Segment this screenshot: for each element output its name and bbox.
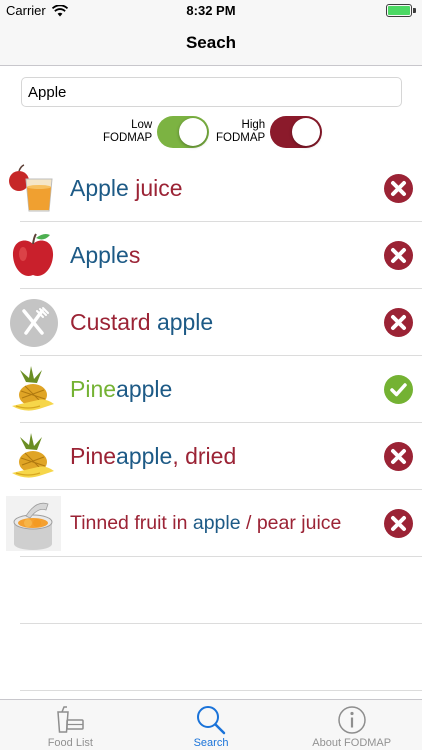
empty-row xyxy=(0,624,422,691)
result-name: Pineapple, dried xyxy=(70,423,370,490)
result-name: Custard apple xyxy=(70,289,370,356)
result-name-part: apple xyxy=(116,376,173,402)
pineapple-icon xyxy=(6,429,61,484)
result-name: Pineapple xyxy=(70,356,370,423)
clock: 8:32 PM xyxy=(186,3,236,18)
result-name-part: apple xyxy=(192,512,241,534)
result-name-part: juice xyxy=(128,175,183,201)
high-fodmap-icon xyxy=(384,509,413,538)
high-fodmap-icon xyxy=(384,174,413,203)
tab-search[interactable]: Search xyxy=(141,700,282,750)
battery-icon xyxy=(386,4,416,17)
low-fodmap-icon xyxy=(384,375,413,404)
result-row[interactable]: Custard apple xyxy=(0,289,422,356)
low-fodmap-label-line2: FODMAP xyxy=(103,132,153,144)
high-fodmap-icon xyxy=(384,442,413,471)
empty-row xyxy=(0,557,422,624)
tab-label: Search xyxy=(193,737,229,749)
result-name-part: Apple xyxy=(70,175,129,201)
result-name-part: / pear juice xyxy=(240,512,342,534)
status-bar: Carrier 8:32 PM xyxy=(0,0,422,22)
food-list-icon xyxy=(54,705,86,735)
high-fodmap-icon xyxy=(384,241,413,270)
result-row[interactable]: Apple juice xyxy=(0,155,422,222)
low-fodmap-label: Low FODMAP xyxy=(103,119,152,145)
result-name-part: Pine xyxy=(70,376,117,402)
tab-food-list[interactable]: Food List xyxy=(0,700,141,750)
result-name-part: Custard xyxy=(70,309,157,335)
low-fodmap-toggle[interactable] xyxy=(157,116,210,148)
apple-icon xyxy=(6,228,61,283)
result-name-part: apple xyxy=(156,309,214,335)
low-fodmap-label-line1: Low xyxy=(131,119,153,131)
result-name-part: apple xyxy=(116,443,173,469)
high-fodmap-label-line1: High xyxy=(241,119,266,131)
navigation-bar: Seach xyxy=(0,22,422,66)
result-name-part: , dried xyxy=(172,443,237,469)
toggle-knob xyxy=(179,118,208,146)
apple-juice-icon xyxy=(6,161,61,216)
high-fodmap-filter: High FODMAP xyxy=(216,116,323,148)
result-name: Apples xyxy=(70,222,370,289)
result-row[interactable]: Pineapple xyxy=(0,356,422,423)
fork-knife-icon xyxy=(6,295,61,350)
high-fodmap-toggle[interactable] xyxy=(270,116,323,148)
tab-about-fodmap[interactable]: About FODMAP xyxy=(281,700,422,750)
info-icon xyxy=(337,705,367,735)
page-title: Seach xyxy=(185,33,237,52)
high-fodmap-label: High FODMAP xyxy=(216,119,265,145)
result-row[interactable]: Tinned fruit in apple / pear juice xyxy=(0,490,422,557)
tab-label: Food List xyxy=(47,737,93,749)
result-row[interactable]: Apples xyxy=(0,222,422,289)
tab-bar: Food List Search About FODMAP xyxy=(0,699,422,750)
search-input[interactable] xyxy=(21,77,402,107)
tinned-fruit-icon xyxy=(6,496,61,551)
search-icon xyxy=(195,705,227,735)
result-name: Tinned fruit in apple / pear juice xyxy=(70,490,370,557)
results-list: Apple juice Apples Custard apple Pineapp… xyxy=(0,155,422,691)
result-name-part: s xyxy=(128,242,141,268)
result-name-part: Tinned fruit in xyxy=(70,512,193,534)
low-fodmap-filter: Low FODMAP xyxy=(103,116,210,148)
pineapple-icon xyxy=(6,362,61,417)
toggle-knob xyxy=(292,118,321,146)
high-fodmap-label-line2: FODMAP xyxy=(216,132,266,144)
result-name-part: Apple xyxy=(70,242,129,268)
result-row[interactable]: Pineapple, dried xyxy=(0,423,422,490)
high-fodmap-icon xyxy=(384,308,413,337)
result-name-part: Pine xyxy=(70,443,117,469)
result-name: Apple juice xyxy=(70,155,370,222)
tab-label: About FODMAP xyxy=(312,737,392,749)
